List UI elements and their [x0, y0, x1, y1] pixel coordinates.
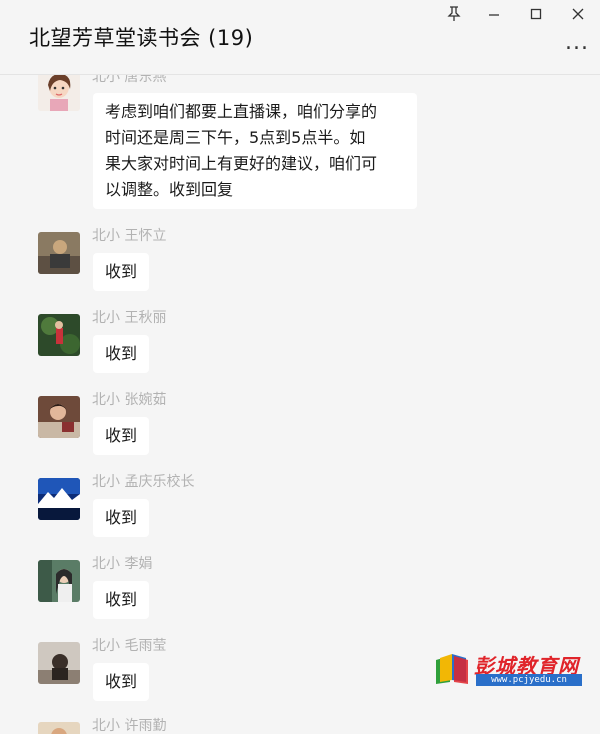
pin-icon[interactable]	[440, 4, 468, 24]
message-text: 收到	[105, 344, 138, 363]
message-bubble[interactable]: 收到	[93, 581, 150, 619]
maximize-icon[interactable]	[522, 4, 550, 24]
sender-avatar[interactable]	[38, 560, 80, 602]
minimize-icon[interactable]	[480, 4, 508, 24]
sender-name: 北小 张婉茹	[92, 392, 167, 408]
window-titlebar: 北望芳草堂读书会 (19) ...	[0, 0, 600, 75]
chat-message-list[interactable]: 北小 唐东燕 考虑到咱们都要上直播课，咱们分享的 时间还是周三下午，5点到5点半…	[0, 75, 600, 734]
sender-avatar[interactable]	[38, 396, 80, 438]
sender-name: 北小 唐东燕	[92, 75, 167, 85]
more-options-icon[interactable]: ...	[565, 32, 589, 54]
sender-name: 北小 毛雨莹	[92, 638, 167, 654]
message-text: 收到	[105, 426, 138, 445]
message-bubble[interactable]: 收到	[93, 417, 150, 455]
sender-name: 北小 孟庆乐校长	[92, 474, 195, 490]
sender-name: 北小 李娟	[92, 556, 153, 572]
sender-avatar[interactable]	[38, 75, 80, 111]
message-text: 收到	[105, 262, 138, 281]
site-watermark: 彭城教育网 www.pcjyedu.cn	[432, 648, 584, 688]
sender-avatar[interactable]	[38, 314, 80, 356]
message-text-line: 果大家对时间上有更好的建议，咱们可	[105, 154, 378, 173]
watermark-url: www.pcjyedu.cn	[476, 674, 582, 686]
books-logo-icon	[432, 652, 472, 686]
message-bubble[interactable]: 收到	[93, 253, 150, 291]
sender-avatar[interactable]	[38, 722, 80, 734]
sender-name: 北小 许雨勤	[92, 718, 167, 734]
sender-avatar[interactable]	[38, 232, 80, 274]
sender-name: 北小 王怀立	[92, 228, 167, 244]
message-bubble[interactable]: 收到	[93, 335, 150, 373]
sender-avatar[interactable]	[38, 642, 80, 684]
message-text-line: 时间还是周三下午，5点到5点半。如	[105, 128, 366, 147]
close-icon[interactable]	[564, 4, 592, 24]
message-bubble[interactable]: 收到	[93, 663, 150, 701]
chat-title: 北望芳草堂读书会 (19)	[29, 26, 254, 50]
sender-avatar[interactable]	[38, 478, 80, 520]
message-bubble[interactable]: 收到	[93, 499, 150, 537]
message-text: 收到	[105, 590, 138, 609]
message-text: 收到	[105, 672, 138, 691]
message-text-line: 以调整。收到回复	[105, 180, 234, 199]
message-bubble[interactable]: 考虑到咱们都要上直播课，咱们分享的 时间还是周三下午，5点到5点半。如 果大家对…	[93, 93, 417, 209]
sender-name: 北小 王秋丽	[92, 310, 167, 326]
message-text: 收到	[105, 508, 138, 527]
message-text-line: 考虑到咱们都要上直播课，咱们分享的	[105, 102, 378, 121]
